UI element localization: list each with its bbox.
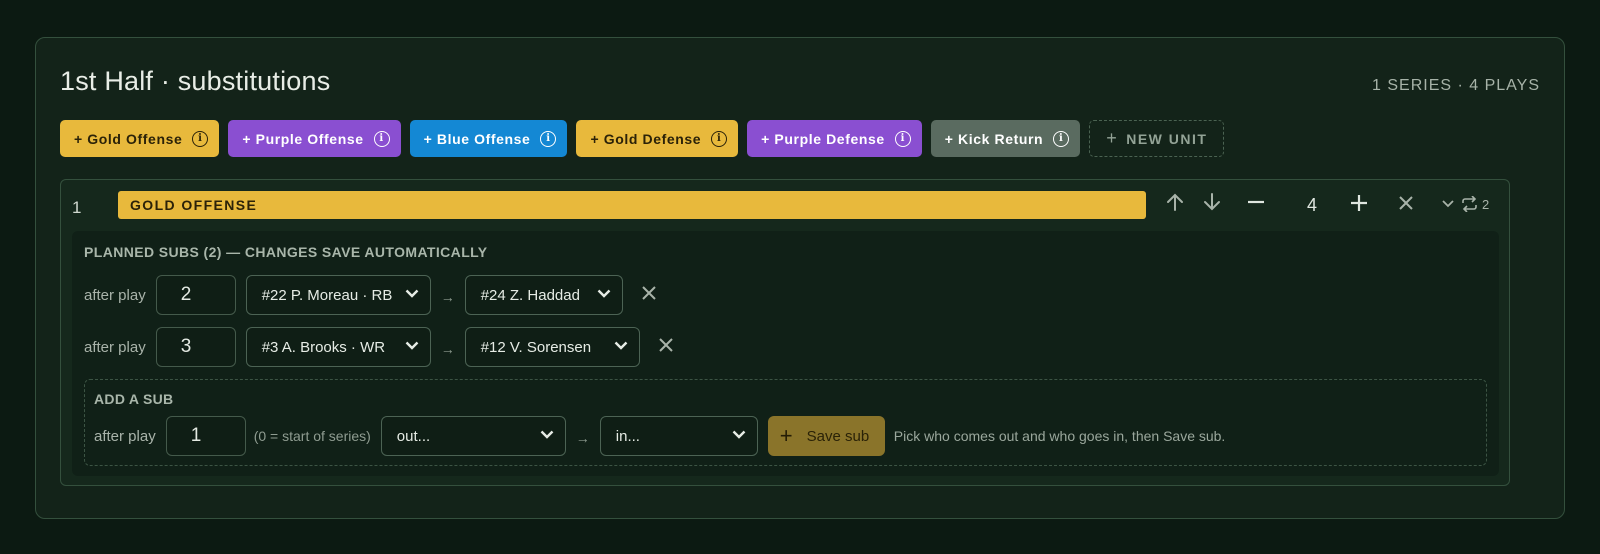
- page-title: 1st Half · substitutions: [60, 66, 331, 96]
- sub-row: after play 2 #22 P. Moreau · RB → #24 Z.…: [84, 275, 657, 315]
- repeat-count: 2: [1482, 196, 1490, 212]
- series-summary: 1 SERIES · 4 PLAYS: [1372, 77, 1540, 94]
- player-out-select[interactable]: out...: [380, 416, 566, 456]
- after-play-input[interactable]: 3: [155, 327, 236, 367]
- plus-icon: +: [779, 423, 793, 448]
- chevron-down-icon: [597, 289, 611, 298]
- planned-subs-panel: PLANNED SUBS (2) — CHANGES SAVE AUTOMATI…: [72, 231, 1499, 476]
- minus-icon[interactable]: [1247, 200, 1265, 204]
- save-sub-button[interactable]: + Save sub: [767, 416, 885, 456]
- move-up-icon[interactable]: [1166, 192, 1184, 212]
- info-icon[interactable]: i: [711, 130, 728, 147]
- arrow-icon: →: [440, 289, 455, 305]
- player-out-select[interactable]: #3 A. Brooks · WR: [245, 327, 431, 367]
- plus-icon: +: [1106, 128, 1119, 148]
- repeat-toggle[interactable]: 2: [1461, 196, 1489, 212]
- after-play-label: after play: [84, 338, 146, 356]
- move-down-icon[interactable]: [1203, 192, 1221, 212]
- unit-chip-label: + Purple Defense: [761, 130, 885, 147]
- after-play-label: after play: [84, 286, 146, 304]
- close-icon[interactable]: [1398, 195, 1414, 211]
- player-in-select[interactable]: #12 V. Sorensen: [464, 327, 640, 367]
- repeat-icon: [1462, 196, 1477, 212]
- chevron-down-icon: [540, 430, 554, 439]
- planned-subs-heading: PLANNED SUBS (2) — CHANGES SAVE AUTOMATI…: [84, 244, 488, 260]
- chevron-down-icon: [614, 341, 628, 350]
- player-out-select[interactable]: #22 P. Moreau · RB: [245, 275, 431, 315]
- info-icon[interactable]: i: [1053, 130, 1070, 147]
- substitutions-card: 1st Half · substitutions 1 SERIES · 4 PL…: [35, 37, 1565, 519]
- unit-chip-purple-offense[interactable]: + Purple Offense i: [228, 120, 401, 157]
- unit-chip-label: + Blue Offense: [423, 130, 531, 147]
- remove-sub-icon[interactable]: [641, 285, 657, 306]
- unit-chip-purple-defense[interactable]: + Purple Defense i: [747, 120, 922, 157]
- plays-count: 4: [1306, 195, 1317, 215]
- add-sub-panel: ADD A SUB after play 1 (0 = start of ser…: [84, 379, 1487, 466]
- unit-chip-gold-defense[interactable]: + Gold Defense i: [576, 120, 739, 157]
- info-icon[interactable]: i: [540, 130, 557, 147]
- add-sub-heading: ADD A SUB: [94, 391, 174, 407]
- unit-chip-label: + Kick Return: [944, 130, 1044, 147]
- chevron-down-icon: [405, 289, 419, 298]
- after-play-input[interactable]: 2: [155, 275, 236, 315]
- series-row: 1 GOLD OFFENSE 4 2 PLANNED SUBS (2) — CH…: [60, 179, 1510, 486]
- remove-sub-icon[interactable]: [658, 337, 674, 358]
- new-unit-label: NEW UNIT: [1126, 130, 1208, 147]
- player-in-select[interactable]: in...: [599, 416, 758, 456]
- arrow-icon: →: [440, 341, 455, 357]
- unit-chips: + Gold Offense i + Purple Offense i + Bl…: [60, 120, 1225, 157]
- unit-chip-label: + Gold Defense: [590, 130, 702, 147]
- chevron-down-icon[interactable]: [1442, 200, 1454, 208]
- helper-text: Pick who comes out and who goes in, then…: [893, 428, 1226, 444]
- new-unit-button[interactable]: + NEW UNIT: [1089, 120, 1225, 157]
- chevron-down-icon: [405, 341, 419, 350]
- sub-row: after play 3 #3 A. Brooks · WR → #12 V. …: [84, 327, 674, 367]
- player-in-select[interactable]: #24 Z. Haddad: [464, 275, 623, 315]
- info-icon[interactable]: i: [894, 130, 911, 147]
- after-play-hint: (0 = start of series): [253, 428, 371, 444]
- save-sub-label: Save sub: [806, 427, 870, 445]
- after-play-input[interactable]: 1: [165, 416, 246, 456]
- info-icon[interactable]: i: [192, 130, 209, 147]
- unit-chip-gold-offense[interactable]: + Gold Offense i: [60, 120, 220, 157]
- add-sub-row: after play 1 (0 = start of series) out..…: [94, 416, 1225, 456]
- info-icon[interactable]: i: [373, 130, 390, 147]
- plus-icon[interactable]: [1350, 194, 1368, 212]
- unit-chip-kick-return[interactable]: + Kick Return i: [930, 120, 1081, 157]
- unit-chip-label: + Gold Offense: [74, 130, 183, 147]
- series-unit-label[interactable]: GOLD OFFENSE: [118, 191, 1146, 219]
- unit-chip-blue-offense[interactable]: + Blue Offense i: [409, 120, 568, 157]
- series-number: 1: [72, 198, 82, 217]
- arrow-icon: →: [575, 430, 590, 446]
- chevron-down-icon: [732, 430, 746, 439]
- after-play-label: after play: [94, 427, 156, 445]
- unit-chip-label: + Purple Offense: [242, 130, 364, 147]
